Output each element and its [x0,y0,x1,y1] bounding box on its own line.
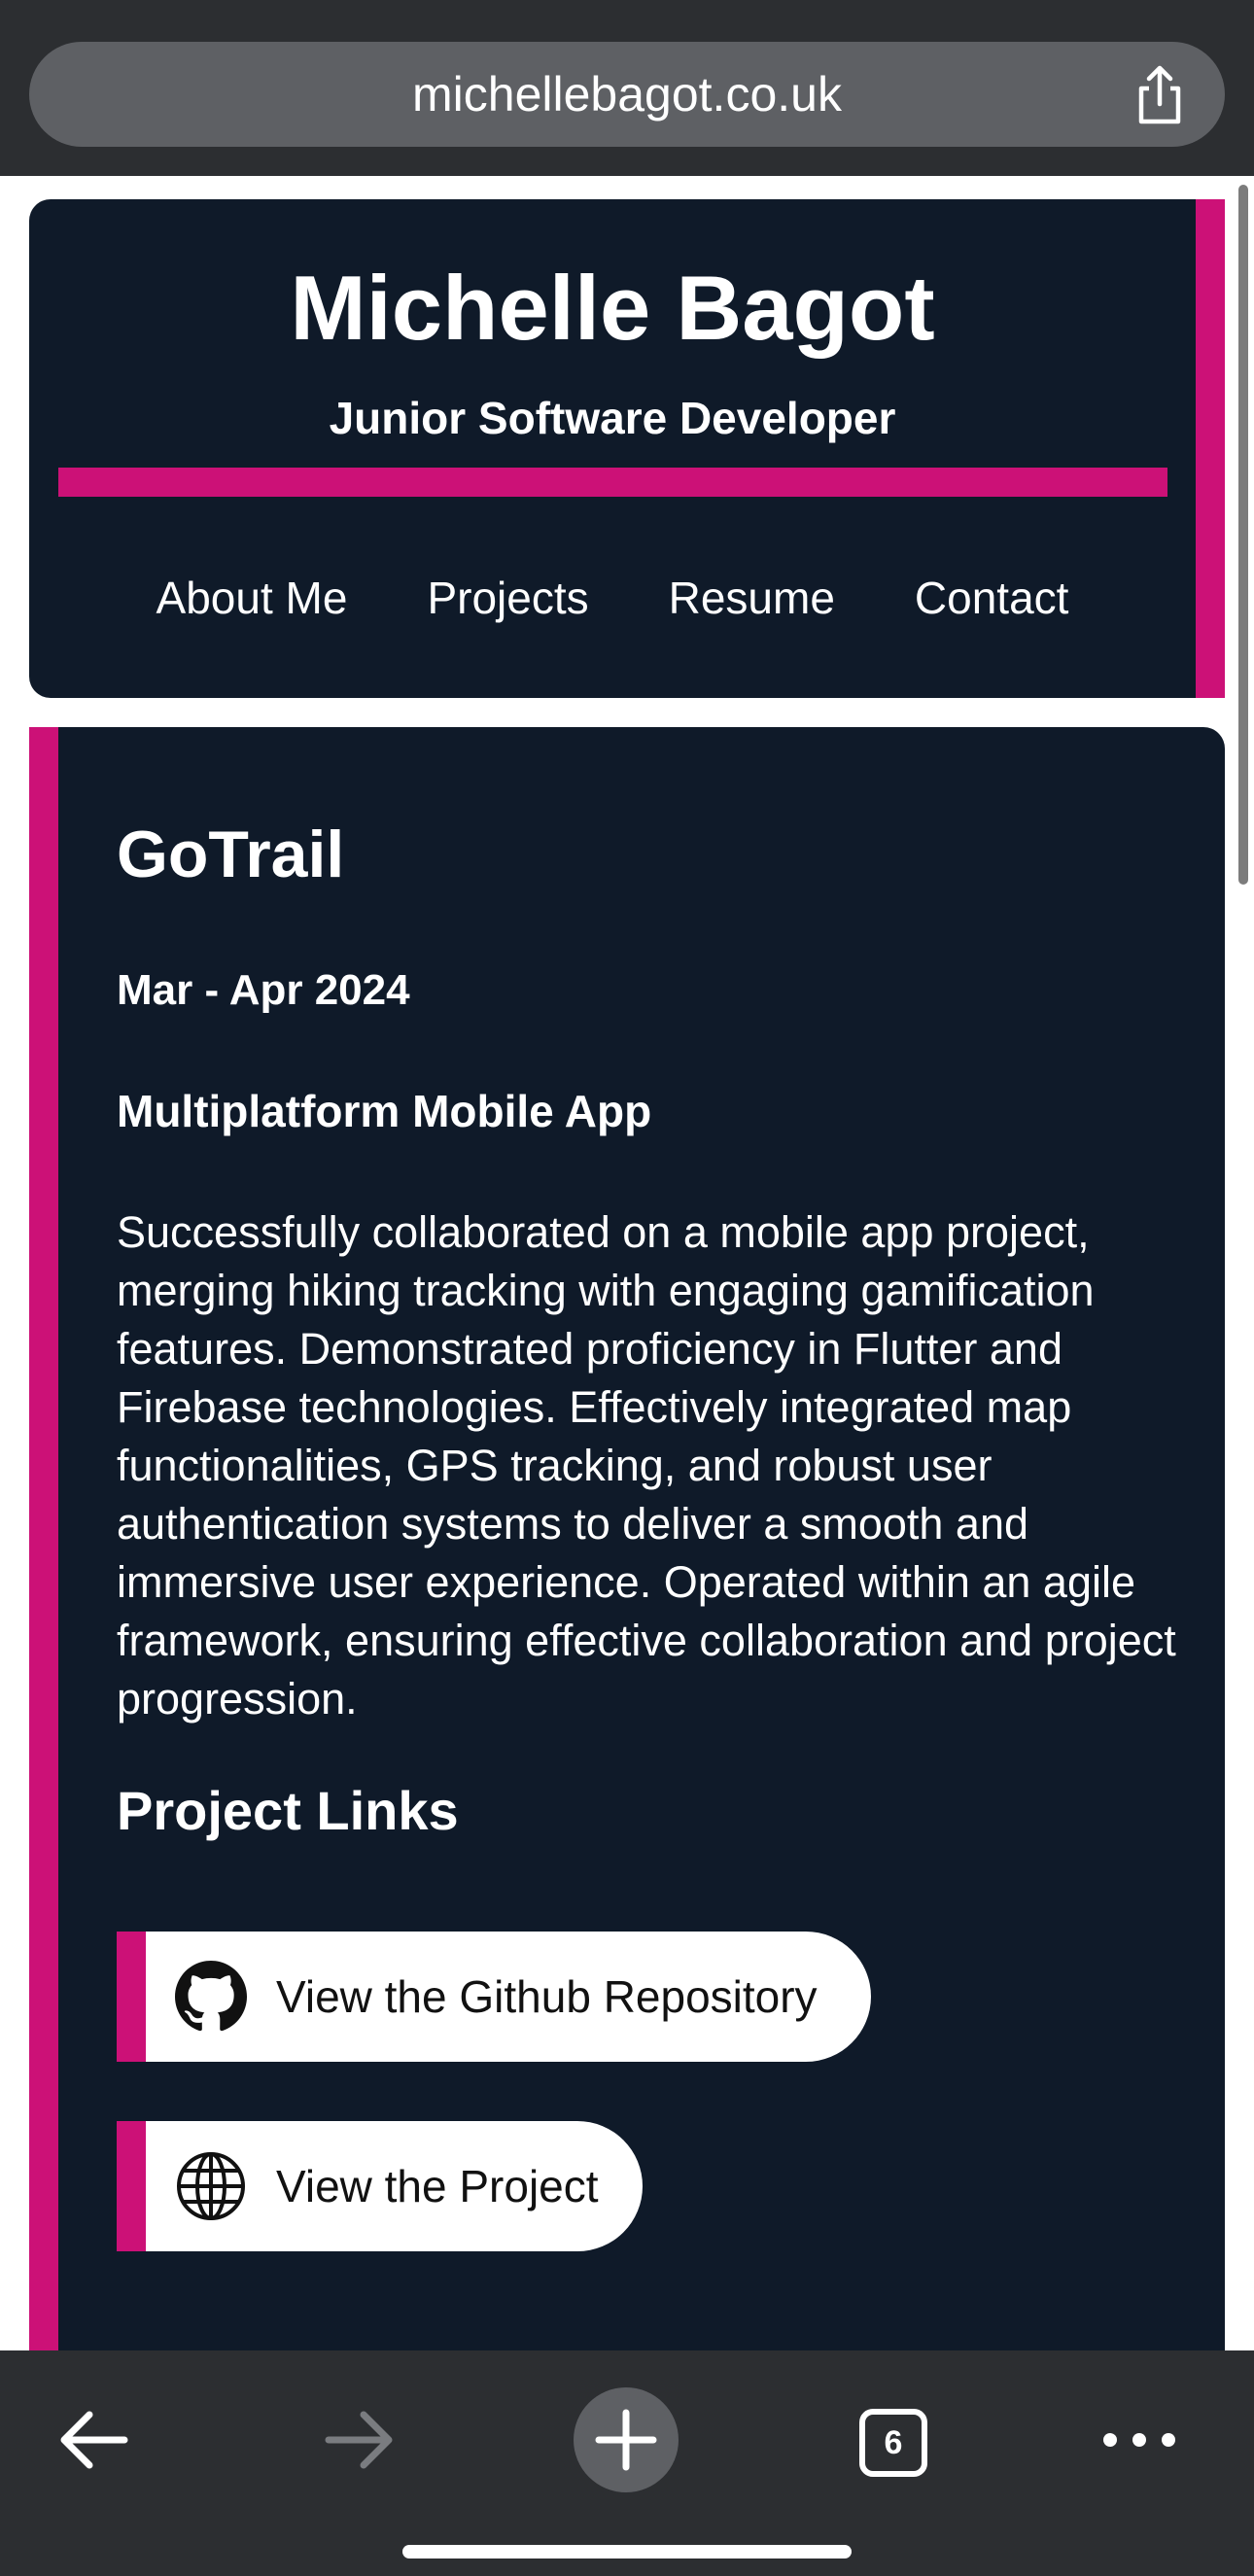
tabs-button[interactable]: 6 [859,2409,927,2477]
browser-top-bar: michellebagot.co.uk [0,0,1254,176]
nav-resume[interactable]: Resume [669,559,835,637]
address-bar[interactable]: michellebagot.co.uk [29,42,1225,147]
nav-projects[interactable]: Projects [427,559,588,637]
project-description: Successfully collaborated on a mobile ap… [117,1207,1176,1723]
github-repo-label: View the Github Repository [276,1971,818,2022]
github-icon [175,1961,247,2033]
github-repo-button[interactable]: View the Github Repository [117,1932,871,2062]
back-arrow-icon[interactable] [56,2387,130,2492]
project-card: GoTrail Mar - Apr 2024 Multiplatform Mob… [29,727,1225,2350]
main-nav: About Me Projects Resume Contact [29,559,1196,637]
new-tab-button[interactable] [574,2387,679,2492]
nav-about-me[interactable]: About Me [157,559,348,637]
site-title: Michelle Bagot [290,257,935,359]
view-project-button[interactable]: View the Project [117,2121,643,2251]
browser-bottom-bar: 6 [0,2350,1254,2576]
project-links-heading: Project Links [117,1780,459,1841]
plus-icon [595,2409,657,2471]
header-divider [58,468,1167,497]
more-dots-icon[interactable] [1100,2405,1178,2475]
url-text[interactable]: michellebagot.co.uk [29,42,1225,147]
site-header: Michelle Bagot Junior Software Developer… [29,199,1225,698]
view-project-label: View the Project [276,2161,599,2211]
site-subtitle: Junior Software Developer [329,393,896,443]
nav-contact[interactable]: Contact [915,559,1069,637]
home-indicator[interactable] [402,2545,852,2559]
share-icon[interactable] [1132,65,1188,125]
project-accent-bar [29,727,58,2350]
globe-icon [175,2150,247,2222]
forward-arrow-icon[interactable] [323,2387,397,2492]
project-date: Mar - Apr 2024 [117,966,410,1014]
header-accent-bar [1196,199,1225,698]
project-title: GoTrail [117,818,345,891]
project-type: Multiplatform Mobile App [117,1086,652,1136]
page-scrollbar[interactable] [1238,185,1248,885]
